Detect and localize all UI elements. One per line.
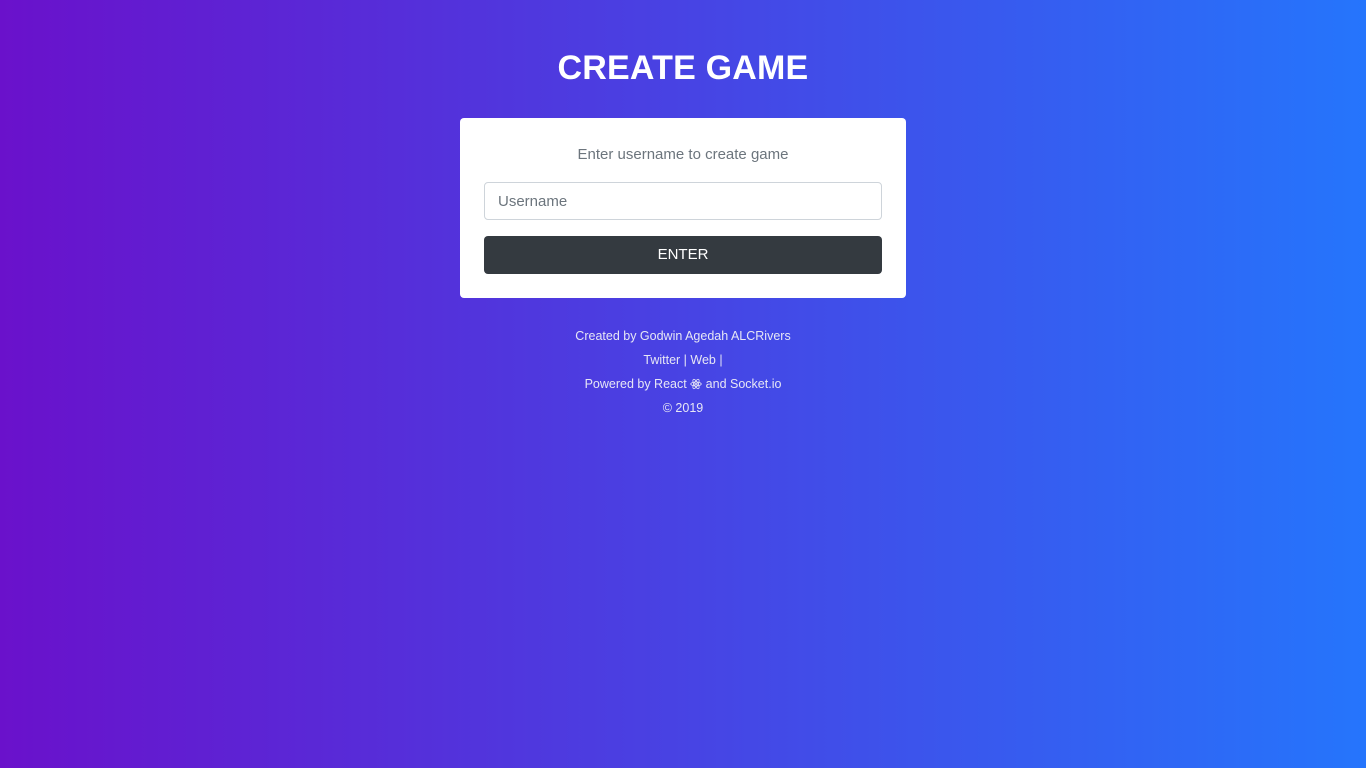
powered-prefix: Powered by (584, 377, 655, 391)
web-link[interactable]: Web (690, 353, 715, 367)
socket-link[interactable]: Socket.io (730, 377, 781, 391)
separator: | (683, 353, 687, 367)
author-link[interactable]: Godwin Agedah ALCRivers (640, 329, 791, 343)
create-game-card: Enter username to create game ENTER (460, 118, 906, 298)
footer-links-line: Twitter | Web | (0, 348, 1366, 372)
footer: Created by Godwin Agedah ALCRivers Twitt… (0, 324, 1366, 420)
footer-credit-line: Created by Godwin Agedah ALCRivers (0, 324, 1366, 348)
username-input[interactable] (484, 182, 882, 220)
copyright: © 2019 (662, 401, 704, 415)
separator: | (719, 353, 723, 367)
credit-prefix: Created by (575, 329, 640, 343)
and-text: and (705, 377, 727, 391)
react-atom-icon (690, 374, 702, 390)
page-title: CREATE GAME (557, 49, 809, 87)
react-link[interactable]: React (654, 377, 687, 391)
footer-powered-line: Powered by React and Socket.io (0, 372, 1366, 396)
card-subtitle: Enter username to create game (577, 146, 789, 163)
enter-button[interactable]: ENTER (484, 236, 882, 274)
twitter-link[interactable]: Twitter (643, 353, 680, 367)
